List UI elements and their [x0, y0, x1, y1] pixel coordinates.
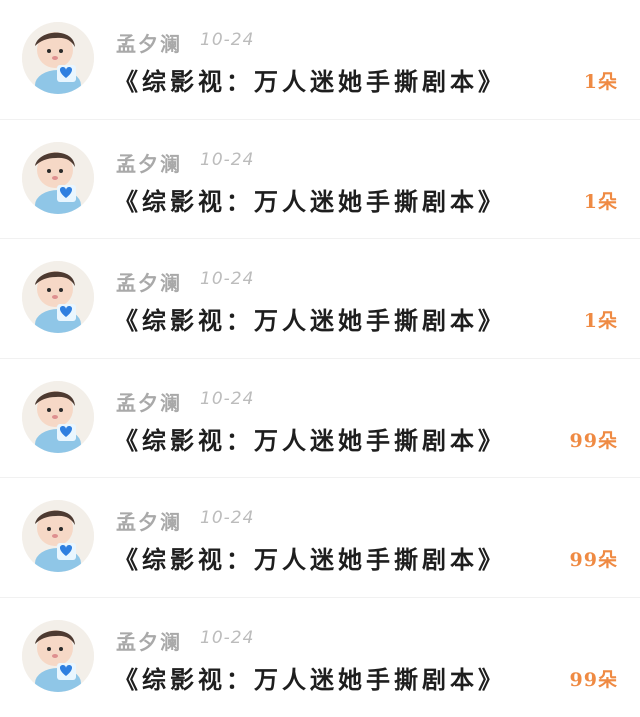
timestamp: 10-24	[200, 389, 254, 409]
list-item[interactable]: 孟夕澜 10-24 《综影视：万人迷她手撕剧本》 1朵	[0, 239, 640, 359]
username[interactable]: 孟夕澜	[116, 626, 182, 655]
flower-count: 1朵	[584, 67, 618, 94]
username[interactable]: 孟夕澜	[116, 387, 182, 416]
flower-count: 99朵	[570, 665, 618, 692]
flower-count: 99朵	[570, 545, 618, 572]
list-item[interactable]: 孟夕澜 10-24 《综影视：万人迷她手撕剧本》 99朵	[0, 359, 640, 479]
timestamp: 10-24	[200, 150, 254, 170]
timestamp: 10-24	[200, 30, 254, 50]
book-title[interactable]: 《综影视：万人迷她手撕剧本》	[114, 421, 506, 456]
list-item[interactable]: 孟夕澜 10-24 《综影视：万人迷她手撕剧本》 1朵	[0, 120, 640, 240]
flower-count: 99朵	[570, 426, 618, 453]
list-item[interactable]: 孟夕澜 10-24 《综影视：万人迷她手撕剧本》 1朵	[0, 0, 640, 120]
book-title[interactable]: 《综影视：万人迷她手撕剧本》	[114, 182, 506, 217]
flower-count: 1朵	[584, 187, 618, 214]
list-item[interactable]: 孟夕澜 10-24 《综影视：万人迷她手撕剧本》 99朵	[0, 598, 640, 717]
timestamp: 10-24	[200, 628, 254, 648]
gift-record-list: 孟夕澜 10-24 《综影视：万人迷她手撕剧本》 1朵 孟夕澜 10-24 《综…	[0, 0, 640, 711]
avatar[interactable]	[22, 381, 94, 453]
avatar[interactable]	[22, 142, 94, 214]
avatar[interactable]	[22, 620, 94, 692]
book-title[interactable]: 《综影视：万人迷她手撕剧本》	[114, 62, 506, 97]
username[interactable]: 孟夕澜	[116, 267, 182, 296]
timestamp: 10-24	[200, 269, 254, 289]
avatar[interactable]	[22, 500, 94, 572]
username[interactable]: 孟夕澜	[116, 506, 182, 535]
timestamp: 10-24	[200, 508, 254, 528]
flower-count: 1朵	[584, 306, 618, 333]
book-title[interactable]: 《综影视：万人迷她手撕剧本》	[114, 660, 506, 695]
username[interactable]: 孟夕澜	[116, 148, 182, 177]
username[interactable]: 孟夕澜	[116, 28, 182, 57]
avatar[interactable]	[22, 261, 94, 333]
book-title[interactable]: 《综影视：万人迷她手撕剧本》	[114, 540, 506, 575]
avatar[interactable]	[22, 22, 94, 94]
book-title[interactable]: 《综影视：万人迷她手撕剧本》	[114, 301, 506, 336]
list-item[interactable]: 孟夕澜 10-24 《综影视：万人迷她手撕剧本》 99朵	[0, 478, 640, 598]
